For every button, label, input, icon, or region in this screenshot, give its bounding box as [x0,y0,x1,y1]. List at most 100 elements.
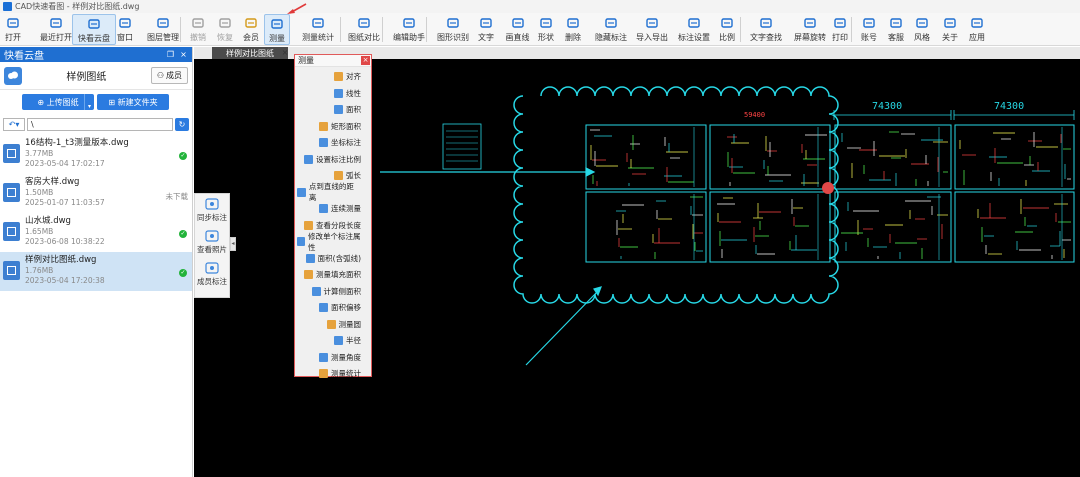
toolbar-button-undo[interactable]: 撤销 [185,14,211,45]
upload-drawing-button[interactable]: ⊕ 上传图纸 ▾ [22,94,94,110]
toolbar-button-apps[interactable]: 应用 [964,14,990,45]
measure-menu-item[interactable]: 坐标标注 [297,135,369,150]
toolbar-label: 屏幕旋转 [794,33,826,42]
import-export-icon [645,16,659,30]
file-info: 山水城.dwg 1.65MB 2023-06-08 10:38:22 [25,216,189,247]
refresh-icon[interactable]: ↻ [175,117,189,131]
toolbar-label: 文字 [478,33,494,42]
drawing-sheet [834,124,952,190]
toolbar-button-import-export[interactable]: 导入导出 [630,14,674,45]
toolbar-label: 测量 [269,34,285,43]
path-input[interactable]: \ [27,117,173,131]
toolbar-button-vip[interactable]: 会员 [238,14,264,45]
toolbar-label: 测量统计 [302,33,334,42]
file-date: 2023-06-08 10:38:22 [25,237,105,246]
window-icon [118,16,132,30]
toolbar-button-edit-assistant[interactable]: 编辑助手 [387,14,431,45]
members-button[interactable]: ⚇ 成员 [150,67,188,84]
close-icon[interactable]: × [361,56,370,65]
file-info: 样例对比图纸.dwg 1.76MB 2023-05-04 17:20:38 [25,255,189,286]
toolbar-button-user[interactable]: 账号 [856,14,882,45]
toolbar-button-shape-recognize[interactable]: 图形识别 [431,14,475,45]
toolbar-button-info[interactable]: 关于 [937,14,963,45]
side-tool-sync-annotation[interactable]: 同步标注 [195,194,229,226]
circle-measure-icon [326,319,336,329]
measure-menu-item[interactable]: 面积偏移 [297,300,369,315]
measure-menu-item[interactable]: 测量角度 [297,350,369,365]
measure-menu-item[interactable]: 测量填充面积 [297,267,369,282]
toolbar-label: 恢复 [217,33,233,42]
measure-menu-item[interactable]: 面积(含弧线) [297,251,369,266]
photo-icon [205,229,219,242]
toolbar-button-line[interactable]: 画直线 [500,14,535,45]
new-folder-button[interactable]: ⊞ 新建文件夹 [97,94,169,110]
title-bar: CAD快速看图 - 样例对比图纸.dwg [0,0,1080,13]
toolbar-label: 会员 [243,33,259,42]
toolbar-button-eraser[interactable]: 删除 [560,14,586,45]
toolbar-button-headset[interactable]: 客服 [883,14,909,45]
tab-close-icon[interactable]: × [280,47,290,59]
leader-arrows [380,167,602,366]
toolbar-button-folder-open[interactable]: 打开 [0,14,26,45]
members-annotation-icon [205,261,219,274]
measure-menu-item[interactable]: 测量统计 [297,366,369,381]
side-tool-photo[interactable]: 查看照片 [195,226,229,258]
file-list-item[interactable]: 客房大样.dwg 1.50MB 2025-01-07 11:03:57 未下载 [0,174,192,213]
collapse-palette-icon[interactable]: ◂ [230,237,236,251]
measure-menu-item[interactable]: 面积 [297,102,369,117]
toolbar-button-text[interactable]: 文字 [473,14,499,45]
cloud-drive-icon[interactable] [4,66,22,85]
upload-dropdown-icon[interactable]: ▾ [84,94,94,110]
toolbar-label: 打印 [832,33,848,42]
toolbar-button-scale[interactable]: 比例 [714,14,740,45]
edit-annotation-icon [297,237,305,246]
measure-menu-item[interactable]: 矩形面积 [297,119,369,134]
dwg-file-icon [3,183,20,202]
user-icon: ⚇ [156,71,164,80]
measure-menu-item[interactable]: 计算侧面积 [297,284,369,299]
measure-menu-item[interactable]: 点到直线的距离 [297,182,369,202]
close-sidebar-icon[interactable]: × [179,50,188,59]
toolbar-button-redo[interactable]: 恢复 [212,14,238,45]
side-tool-members-annotation[interactable]: 成员标注 [195,258,229,290]
toolbar-button-print[interactable]: 打印 [827,14,853,45]
measure-menu-label: 计算侧面积 [323,286,362,296]
file-list-item[interactable]: 山水城.dwg 1.65MB 2023-06-08 10:38:22 ✓ [0,213,192,252]
area-offset-icon [319,303,328,312]
toolbar-button-measure-stats[interactable]: 测量统计 [296,14,340,45]
toolbar-button-window[interactable]: 窗口 [112,14,138,45]
file-list-item[interactable]: 样例对比图纸.dwg 1.76MB 2023-05-04 17:20:38 ✓ [0,252,192,291]
toolbar-button-compare[interactable]: 图纸对比 [342,14,386,45]
measure-menu-item[interactable]: 连续测量 [297,201,369,216]
measure-menu-item[interactable]: 对齐 [297,69,369,84]
toolbar-button-annotation-settings[interactable]: 标注设置 [672,14,716,45]
toolbar-button-layers[interactable]: 图层管理 [141,14,185,45]
measure-menu-item[interactable]: 测量圆 [297,317,369,332]
legend-lines [446,130,478,162]
measure-menu-item[interactable]: 修改单个标注属性 [297,232,369,252]
measure-menu-item[interactable]: 设置标注比例 [297,152,369,167]
red-marker-icon[interactable] [822,182,834,194]
toolbar-label: 应用 [969,33,985,42]
measure-menu-item[interactable]: 线性 [297,86,369,101]
toolbar-button-shape[interactable]: 形状 [533,14,559,45]
redo-icon [218,16,232,30]
window-title: CAD快速看图 - 样例对比图纸.dwg [15,2,140,11]
synced-check-icon: ✓ [179,152,187,160]
toolbar-button-rotate-screen[interactable]: 屏幕旋转 [788,14,832,45]
measure-menu-label: 点到直线的距离 [308,182,354,202]
toolbar-label: 关于 [942,33,958,42]
file-list-item[interactable]: 16结构-1_t3测量版本.dwg 3.77MB 2023-05-04 17:0… [0,135,192,174]
headset-icon [889,16,903,30]
toolbar-label: 比例 [719,33,735,42]
toolbar-button-ruler[interactable]: 测量 [264,14,290,45]
measure-menu-item[interactable]: 半径 [297,333,369,348]
back-dropdown-button[interactable]: ↶▾ [3,117,25,131]
toolbar-button-text-search[interactable]: 文字查找 [744,14,788,45]
toolbar-button-eye-off[interactable]: 隐藏标注 [589,14,633,45]
toolbar-button-cloud[interactable]: 快看云盘 [72,14,116,45]
toolbar-button-style[interactable]: 风格 [909,14,935,45]
style-icon [915,16,929,30]
document-tab[interactable]: 样例对比图纸 [212,47,288,59]
float-window-icon[interactable]: ❐ [166,50,175,59]
